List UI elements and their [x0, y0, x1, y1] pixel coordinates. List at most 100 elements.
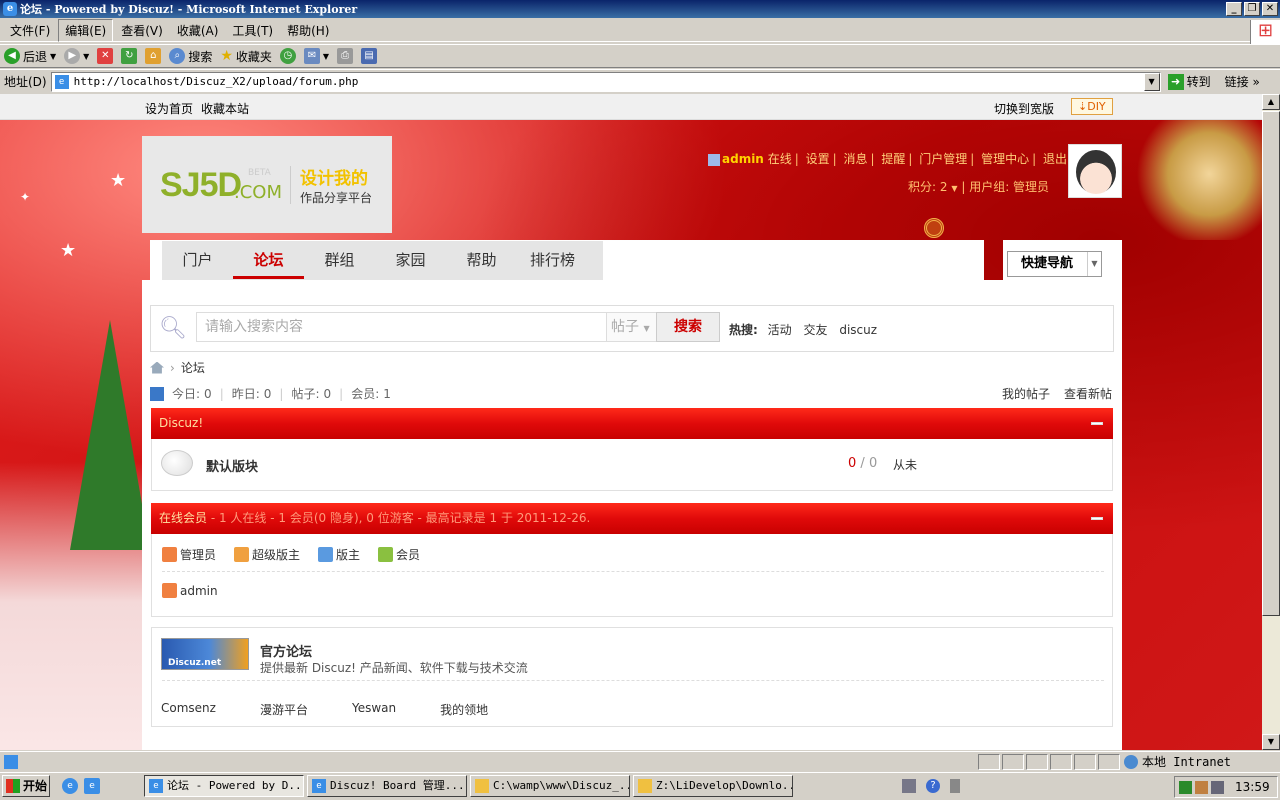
search-submit-button[interactable]: 搜索 [656, 312, 720, 342]
network-tray-icon[interactable] [950, 779, 960, 793]
friend-link[interactable]: Yeswan [352, 701, 396, 718]
menu-edit[interactable]: 编辑(E) [58, 19, 114, 42]
official-forum-link[interactable]: 官方论坛 [260, 641, 312, 660]
site-logo[interactable]: SJ5D .COM BETA 设计我的 作品分享平台 [142, 136, 392, 233]
hot-search-link[interactable]: 交友 [803, 323, 827, 337]
usergroup-link[interactable]: 用户组: 管理员 [969, 180, 1049, 194]
home-button[interactable]: ⌂ [145, 48, 162, 64]
stat-links: 我的帖子 查看新帖 [1002, 385, 1112, 402]
vertical-scrollbar[interactable]: ▲ ▼ [1262, 94, 1280, 750]
address-dropdown-button[interactable]: ▼ [1143, 72, 1160, 91]
admin-center-link[interactable]: 管理中心 [981, 152, 1029, 166]
scroll-down-button[interactable]: ▼ [1262, 734, 1280, 750]
logo-brand: SJ5D [160, 166, 242, 204]
hot-search-label: 热搜: [729, 323, 758, 337]
messages-link[interactable]: 消息 [843, 152, 867, 166]
chevron-down-icon[interactable]: ▼ [951, 184, 957, 193]
bookmark-link[interactable]: 收藏本站 [201, 100, 249, 117]
back-button[interactable]: ◀ 后退 ▼ [4, 48, 56, 65]
friend-link[interactable]: 我的领地 [440, 701, 488, 718]
mail-button[interactable]: ✉ ▼ [303, 48, 329, 64]
friend-link[interactable]: Comsenz [161, 701, 216, 718]
task-label: Discuz! Board 管理... [330, 779, 465, 792]
window-title: 论坛 - Powered by Discuz! - Microsoft Inte… [20, 3, 358, 16]
chevron-down-icon[interactable]: ▼ [323, 52, 329, 61]
chevron-down-icon[interactable]: ▼ [83, 52, 89, 61]
search-type-select[interactable]: 帖子 ▼ [606, 312, 656, 342]
menu-favorites[interactable]: 收藏(A) [171, 20, 225, 41]
menu-tools[interactable]: 工具(T) [226, 20, 279, 41]
restore-button[interactable]: ❐ [1244, 2, 1260, 16]
settings-link[interactable]: 设置 [806, 152, 830, 166]
online-status[interactable]: 在线 [768, 152, 792, 166]
search-button[interactable]: ⌕ 搜索 [169, 48, 212, 65]
friend-link[interactable]: 漫游平台 [260, 701, 308, 718]
forward-button[interactable]: ▶ ▼ [64, 48, 89, 64]
notices-link[interactable]: 提醒 [881, 152, 905, 166]
scroll-thumb[interactable] [1262, 111, 1280, 616]
ie-launch-icon[interactable]: e [62, 778, 78, 794]
task-button[interactable]: C:\wamp\www\Discuz_... [470, 775, 630, 797]
task-button[interactable]: e Discuz! Board 管理... [307, 775, 467, 797]
menu-file[interactable]: 文件(F) [4, 20, 56, 41]
address-input[interactable]: e http://localhost/Discuz_X2/upload/foru… [50, 71, 1161, 92]
portal-admin-link[interactable]: 门户管理 [919, 152, 967, 166]
app-tray-icon[interactable] [1195, 780, 1208, 794]
hot-search-link[interactable]: discuz [839, 323, 877, 337]
nav-help[interactable]: 帮助 [446, 241, 517, 281]
edit-page-button[interactable]: ▤ [361, 48, 378, 64]
zone-label: 本地 Intranet [1142, 755, 1232, 769]
start-button[interactable]: 开始 [2, 775, 50, 797]
nav-group[interactable]: 群组 [304, 241, 375, 281]
history-button[interactable]: ◷ [279, 48, 296, 64]
online-user[interactable]: admin [162, 583, 218, 598]
close-button[interactable]: ✕ [1262, 2, 1278, 16]
menu-help[interactable]: 帮助(H) [281, 20, 335, 41]
forum-name-link[interactable]: 默认版块 [206, 456, 258, 475]
favorites-button[interactable]: ★ 收藏夹 [220, 48, 272, 65]
quick-nav-button[interactable]: 快捷导航 ▼ [1007, 251, 1102, 277]
wamp-tray-icon[interactable] [1179, 780, 1192, 794]
switch-width-link[interactable]: 切换到宽版 [994, 100, 1054, 117]
category-title[interactable]: Discuz! [159, 416, 203, 430]
collapse-icon[interactable] [1091, 422, 1103, 425]
menu-view[interactable]: 查看(V) [115, 20, 169, 41]
logout-link[interactable]: 退出 [1043, 152, 1067, 166]
username-link[interactable]: admin [722, 152, 764, 166]
nav-home[interactable]: 家园 [375, 241, 446, 281]
printer-tray-icon[interactable] [902, 779, 916, 793]
search-input[interactable]: 请输入搜索内容 [196, 312, 606, 342]
diy-button[interactable]: ⇣DIY [1071, 98, 1113, 115]
stop-button[interactable]: ✕ [97, 48, 114, 64]
links-button[interactable]: 链接 » [1225, 73, 1260, 90]
go-button[interactable]: ➜ 转到 [1167, 73, 1211, 90]
set-home-link[interactable]: 设为首页 [145, 100, 193, 117]
online-username[interactable]: admin [180, 584, 218, 598]
nav-ranklist[interactable]: 排行榜 [517, 241, 588, 281]
nav-portal[interactable]: 门户 [162, 241, 233, 281]
legend-admin: 管理员 [162, 546, 216, 563]
breadcrumb-current[interactable]: 论坛 [181, 359, 205, 376]
refresh-button[interactable]: ↻ [121, 48, 138, 64]
scroll-up-button[interactable]: ▲ [1262, 94, 1280, 110]
avatar[interactable] [1068, 144, 1122, 198]
nav-forum[interactable]: 论坛 [233, 241, 304, 279]
home-icon[interactable] [150, 361, 164, 374]
my-posts-link[interactable]: 我的帖子 [1002, 385, 1050, 402]
ie-alt-launch-icon[interactable]: e [84, 778, 100, 794]
online-title[interactable]: 在线会员 [159, 511, 207, 525]
task-button[interactable]: Z:\LiDevelop\Downlo... [633, 775, 793, 797]
forum-stats: 今日: 0 | 昨日: 0 | 帖子: 0 | 会员: 1 [150, 385, 395, 402]
hot-search-link[interactable]: 活动 [768, 323, 792, 337]
help-icon[interactable]: ? [926, 779, 940, 793]
print-button[interactable]: ⎙ [337, 48, 354, 64]
minimize-button[interactable]: _ [1226, 2, 1242, 16]
vm-tray-icon[interactable] [1211, 780, 1224, 794]
new-posts-link[interactable]: 查看新帖 [1064, 385, 1112, 402]
task-button[interactable]: e 论坛 - Powered by D... [144, 775, 304, 797]
star-decoration-icon: ★ [110, 170, 127, 191]
credits-link[interactable]: 积分: 2 [908, 180, 948, 194]
chevron-down-icon[interactable]: ▼ [50, 52, 56, 61]
discuz-logo[interactable]: Discuz.net [161, 638, 249, 670]
collapse-icon[interactable] [1091, 517, 1103, 520]
